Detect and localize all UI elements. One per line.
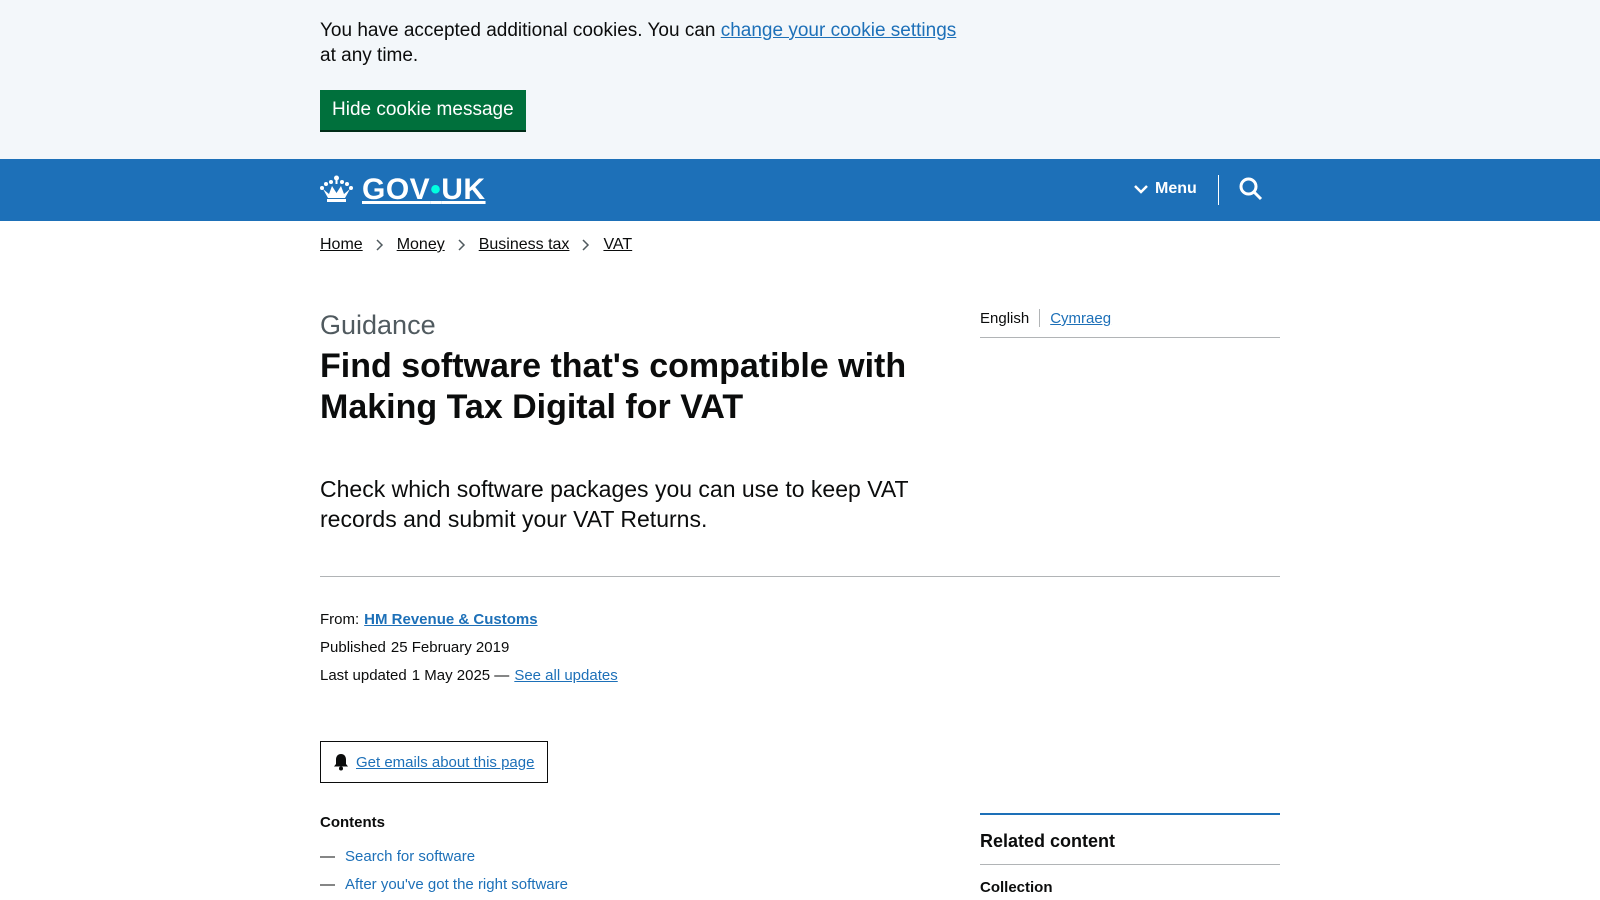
section-divider [320,576,1280,577]
chevron-right-icon [582,239,590,251]
govuk-logo-link[interactable]: GOV•UK [320,173,486,207]
govuk-wordmark: GOV•UK [362,173,486,206]
language-switcher: English Cymraeg [980,309,1280,338]
breadcrumb-home[interactable]: Home [320,235,363,255]
chevron-down-icon [1134,185,1148,194]
language-welsh-link[interactable]: Cymraeg [1050,309,1111,337]
language-current: English [980,309,1041,327]
chevron-right-icon [458,239,465,251]
breadcrumb-money[interactable]: Money [397,235,445,255]
cookie-message: You have accepted additional cookies. Yo… [320,20,957,66]
meta-updated-row: Last updated 1 May 2025 — See all update… [320,662,618,690]
contents-item: — Search for software [320,843,568,871]
cookie-settings-link[interactable]: change your cookie settings [721,20,957,41]
page-title: Find software that's compatible with Mak… [320,347,907,426]
contents-link-after-software[interactable]: After you've got the right software [345,871,568,899]
site-header: GOV•UK Menu [0,159,1600,221]
chevron-right-icon [376,239,383,251]
page-caption: Guidance [320,310,436,340]
menu-button[interactable]: Menu [1133,176,1197,202]
cookie-banner: You have accepted additional cookies. Yo… [0,0,1600,159]
breadcrumb-business-tax[interactable]: Business tax [479,235,570,255]
contents-dash: — [320,848,335,865]
see-all-updates-link[interactable]: See all updates [514,662,617,690]
bell-icon [334,754,348,771]
breadcrumb: Home Money Business tax VAT [320,235,632,255]
related-content: Related content Collection [980,813,1280,898]
publication-metadata: From: HM Revenue & Customs Published 25 … [320,606,618,690]
meta-from-row: From: HM Revenue & Customs [320,606,618,634]
contents-heading: Contents [320,814,385,831]
contents-dash: — [320,876,335,893]
contents-item: — After you've got the right software [320,871,568,899]
search-button[interactable] [1238,176,1264,202]
email-signup-button[interactable]: Get emails about this page [320,741,548,783]
crown-icon [320,175,353,202]
meta-published-row: Published 25 February 2019 [320,639,510,656]
search-icon [1239,177,1263,201]
contents-link-search-for-software[interactable]: Search for software [345,843,475,871]
organisation-link[interactable]: HM Revenue & Customs [364,606,537,634]
related-collection-heading: Collection [980,879,1053,896]
hide-cookie-message-button[interactable]: Hide cookie message [320,90,526,130]
contents-list: — Search for software — After you've got… [320,843,568,899]
breadcrumb-vat[interactable]: VAT [603,235,632,255]
header-divider [1218,175,1219,205]
page-lead: Check which software packages you can us… [320,476,909,532]
related-content-heading: Related content [980,815,1280,865]
